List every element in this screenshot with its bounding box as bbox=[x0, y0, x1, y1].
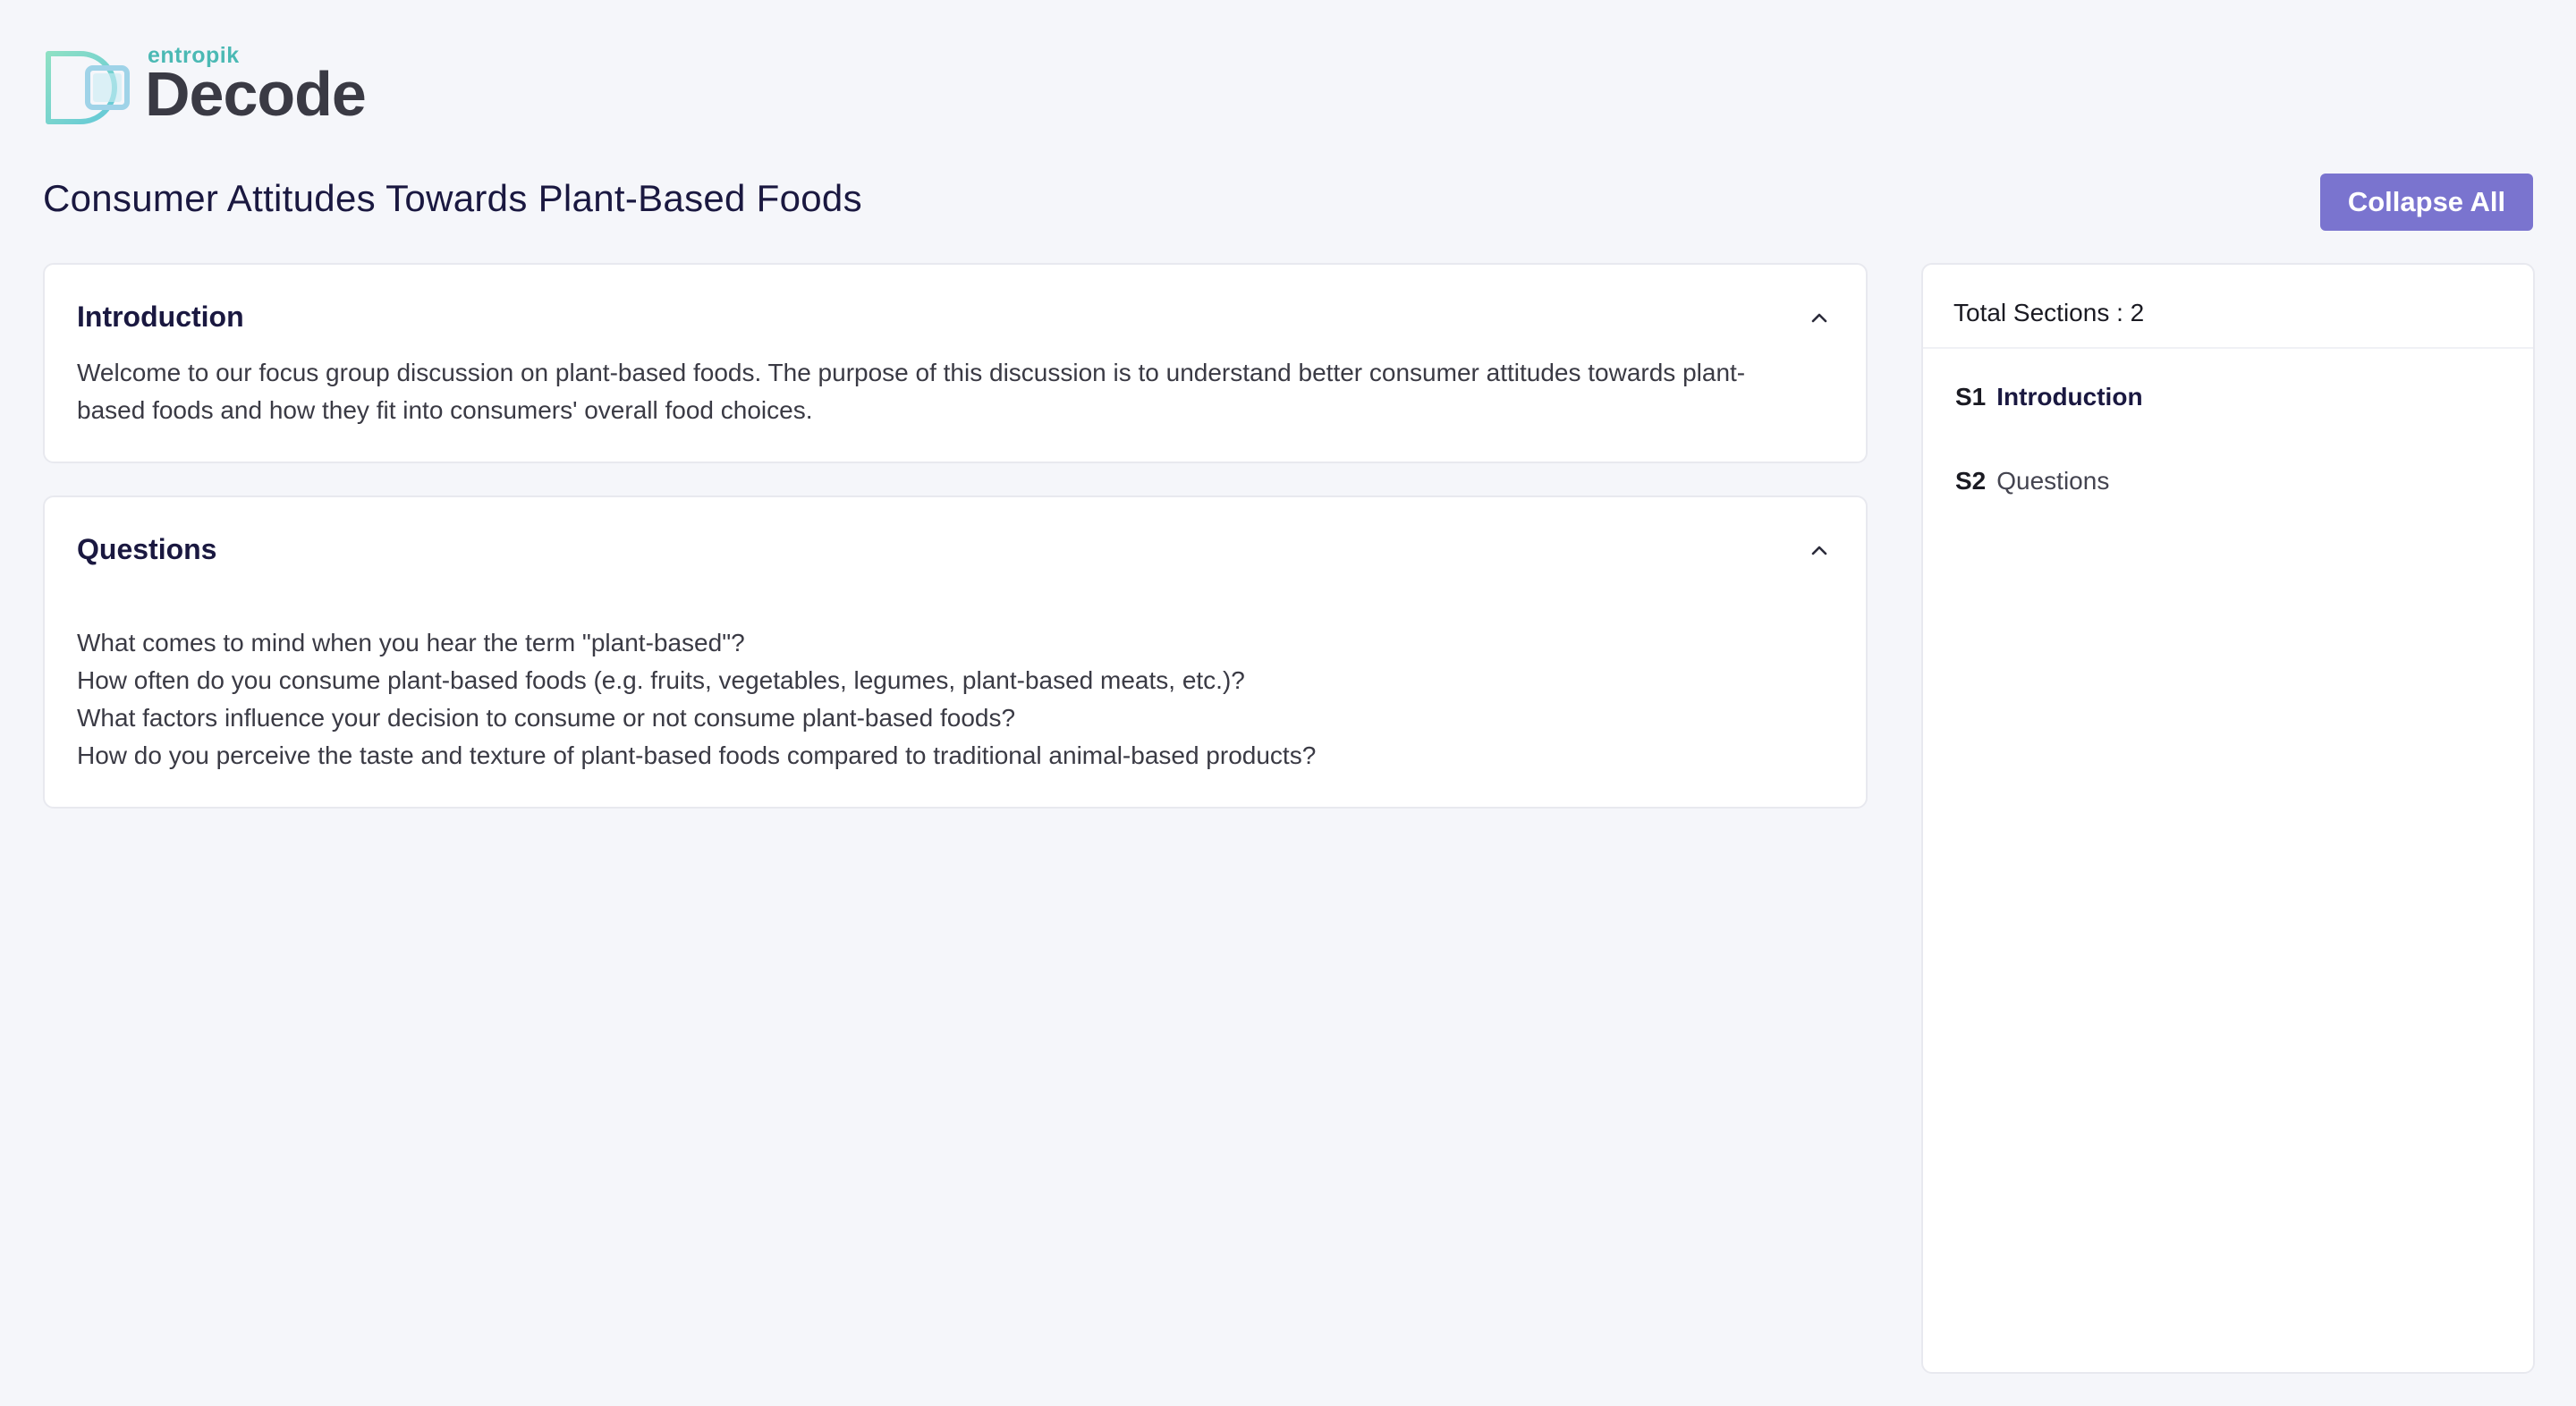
question-item: What factors influence your decision to … bbox=[77, 704, 1016, 732]
chevron-up-icon[interactable] bbox=[1809, 540, 1830, 562]
section-code: S2 bbox=[1955, 467, 1987, 495]
section-title[interactable]: Introduction bbox=[77, 301, 244, 334]
page-title: Consumer Attitudes Towards Plant-Based F… bbox=[43, 177, 862, 219]
sidebar-item-label: Questions bbox=[1996, 467, 2110, 495]
question-item: How do you perceive the taste and textur… bbox=[77, 741, 1317, 769]
section-card-introduction: Introduction Welcome to our focus group … bbox=[43, 263, 1868, 463]
section-code: S1 bbox=[1955, 383, 1987, 411]
sections-sidebar: Total Sections : 2 S1 Introduction S2 Ques… bbox=[1921, 263, 2535, 1374]
section-description: Welcome to our focus group discussion on… bbox=[77, 359, 1746, 424]
question-list: What comes to mind when you hear the ter… bbox=[77, 624, 1776, 775]
chevron-up-icon[interactable] bbox=[1809, 308, 1830, 329]
sidebar-item-label: Introduction bbox=[1996, 383, 2143, 411]
question-item: How often do you consume plant-based foo… bbox=[77, 666, 1245, 694]
question-item: What comes to mind when you hear the ter… bbox=[77, 629, 745, 656]
total-sections-label: Total Sections : 2 bbox=[1953, 299, 2145, 326]
section-card-questions: Questions What comes to mind when you he… bbox=[43, 495, 1868, 809]
sidebar-item-introduction[interactable]: S1 Introduction bbox=[1955, 383, 2143, 411]
divider bbox=[1923, 347, 2533, 349]
section-title[interactable]: Questions bbox=[77, 533, 216, 566]
decode-logo-icon bbox=[46, 51, 130, 124]
sidebar-item-questions[interactable]: S2 Questions bbox=[1955, 467, 2109, 495]
collapse-all-button[interactable]: Collapse All bbox=[2320, 174, 2533, 231]
decode-logo[interactable]: entropik Decode bbox=[45, 43, 385, 132]
logo-brand-name: Decode bbox=[145, 59, 367, 129]
